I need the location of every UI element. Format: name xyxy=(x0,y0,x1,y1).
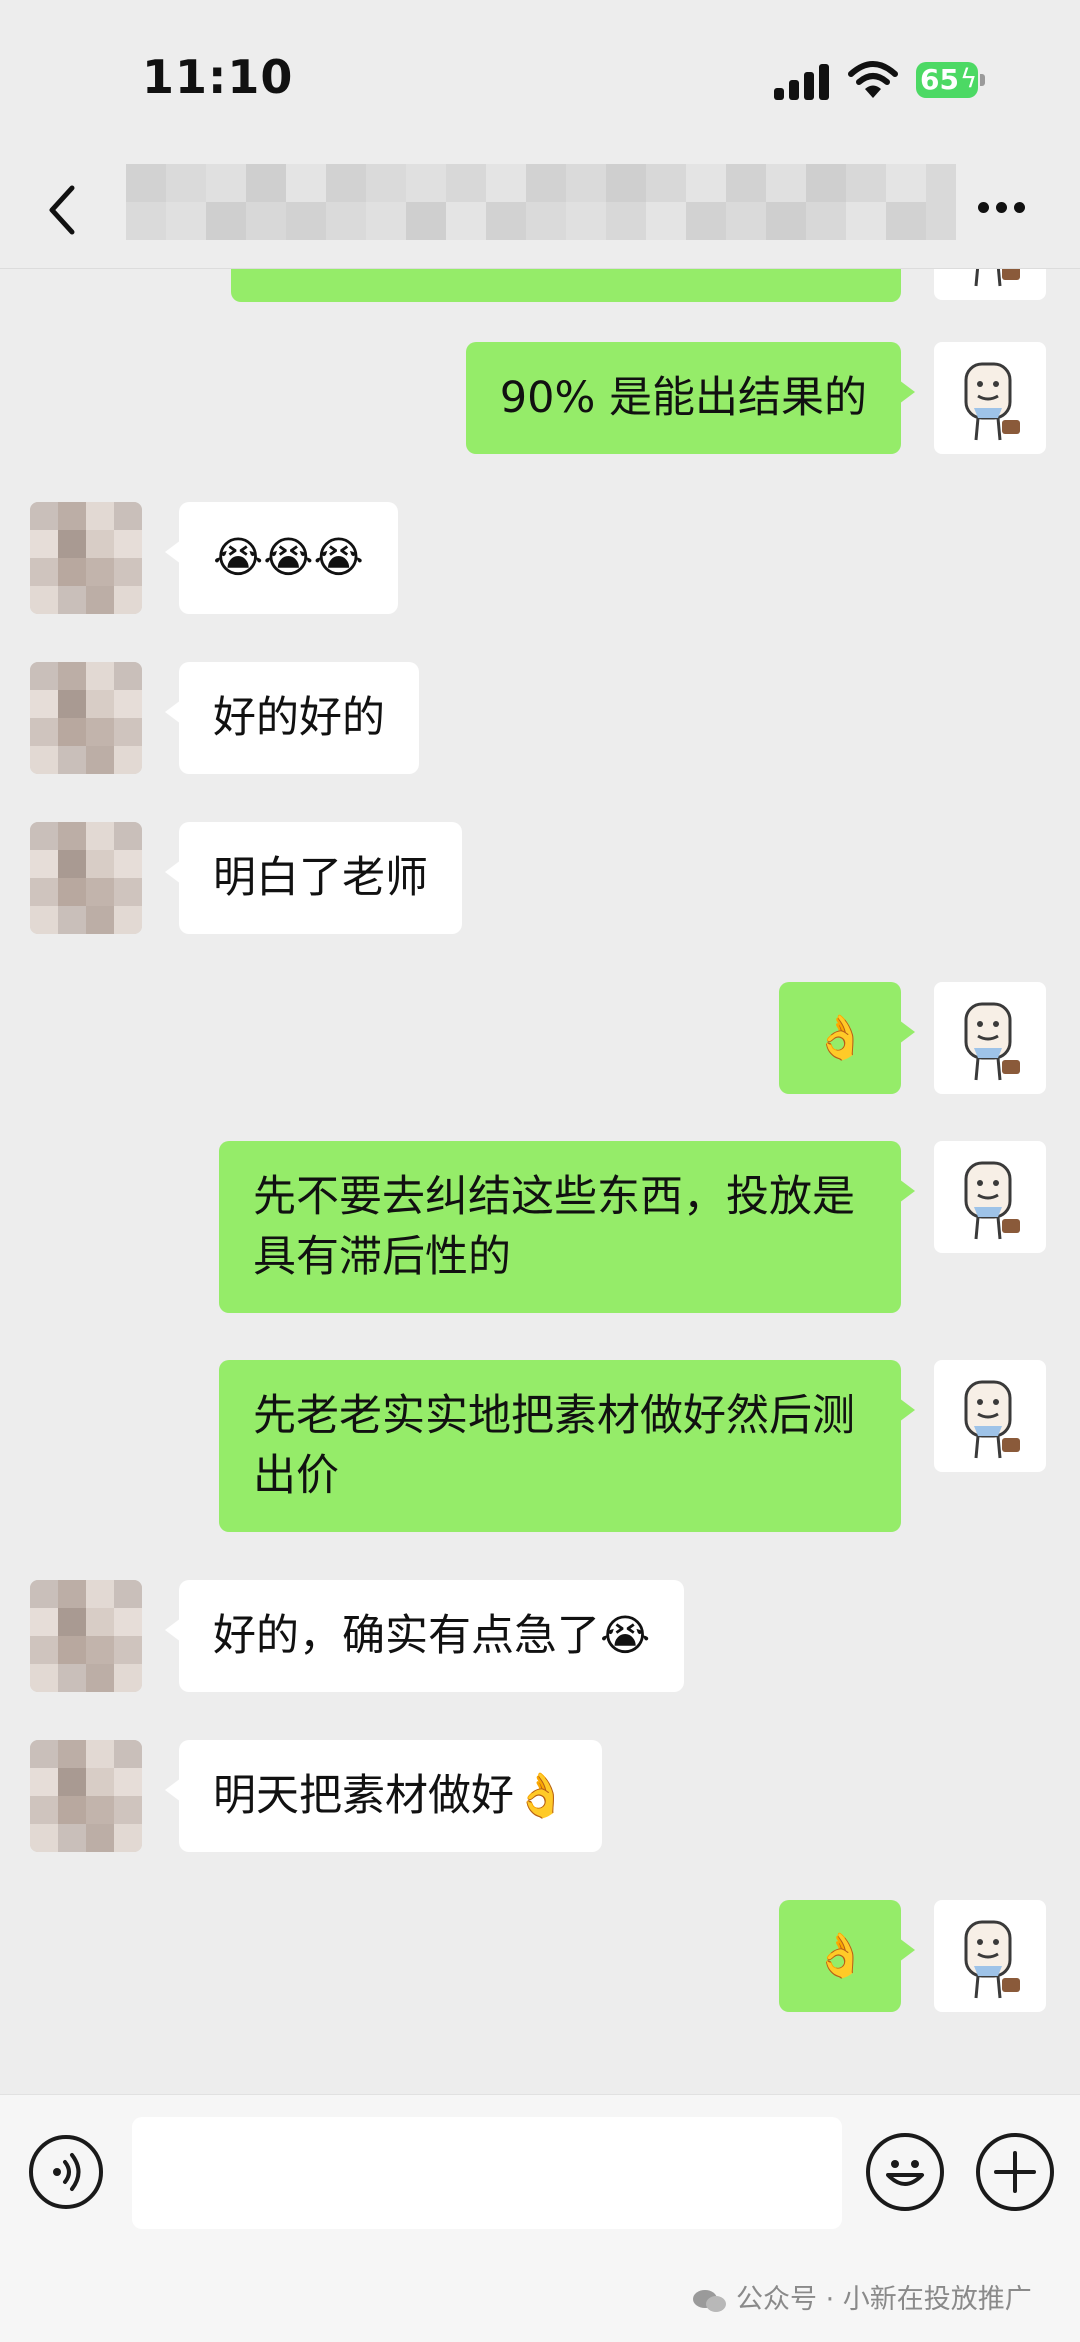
avatar-self[interactable] xyxy=(934,1360,1046,1472)
avatar-self[interactable] xyxy=(934,342,1046,454)
message-bubble-self[interactable]: 👌 xyxy=(779,1900,915,2012)
sticker-avatar-icon xyxy=(964,1002,1020,1081)
chat-header xyxy=(0,150,1080,269)
message-bubble-self[interactable] xyxy=(231,268,915,302)
message-bubble-other[interactable]: 明天把素材做好👌 xyxy=(165,1740,602,1852)
status-time: 11:10 xyxy=(142,50,294,104)
avatar-other[interactable] xyxy=(30,1740,142,1852)
wifi-icon xyxy=(848,61,898,98)
message-bubble-self[interactable]: 先老老实实地把素材做好然后测出价 xyxy=(219,1360,915,1532)
cellular-signal-icon xyxy=(774,64,832,100)
watermark-text: 公众号 · 小新在投放推广 xyxy=(736,2284,1032,2315)
plus-icon xyxy=(994,2151,1036,2193)
message-bubble-other[interactable]: 好的好的 xyxy=(165,662,419,774)
emoji-icon xyxy=(886,2160,924,2186)
avatar-self[interactable] xyxy=(934,982,1046,1094)
avatar-other[interactable] xyxy=(30,1580,142,1692)
avatar-other[interactable] xyxy=(30,822,142,934)
chevron-left-icon xyxy=(49,185,75,235)
avatar-self[interactable] xyxy=(934,1900,1046,2012)
voice-input-button[interactable] xyxy=(29,2135,103,2209)
input-bar: 公众号 · 小新在投放推广 xyxy=(0,2094,1080,2342)
sticker-avatar-icon xyxy=(974,268,1020,287)
message-list: 90% 是能出结果的 😭😭😭 好的好的 明白了老师 👌 先不要去纠结这些东西，投… xyxy=(0,268,1080,2094)
message-bubble-self[interactable]: 先不要去纠结这些东西，投放是具有滞后性的 xyxy=(219,1141,915,1313)
message-bubble-other[interactable]: 好的，确实有点急了😭 xyxy=(164,1580,685,1692)
avatar-other[interactable] xyxy=(30,662,142,774)
sticker-avatar-icon xyxy=(964,1920,1020,1999)
avatar-self[interactable] xyxy=(934,268,1046,300)
message-bubble-other[interactable]: 😭😭😭 xyxy=(165,502,398,614)
avatar-other[interactable] xyxy=(30,502,142,614)
avatar-self[interactable] xyxy=(934,1141,1046,1253)
more-options-button[interactable] xyxy=(972,190,1032,220)
message-bubble-other[interactable]: 明白了老师 xyxy=(165,822,462,934)
charging-bolt-icon: ϟ xyxy=(960,64,978,94)
voice-icon xyxy=(53,2153,81,2191)
more-horizontal-icon xyxy=(978,202,989,213)
sticker-avatar-icon xyxy=(964,1380,1020,1459)
message-input[interactable] xyxy=(132,2117,842,2229)
back-button[interactable] xyxy=(38,180,88,240)
chat-title-pixelated xyxy=(126,164,956,240)
watermark: 公众号 · 小新在投放推广 xyxy=(692,2277,1032,2316)
sticker-avatar-icon xyxy=(964,1161,1020,1240)
more-actions-button[interactable] xyxy=(976,2133,1054,2211)
sticker-avatar-icon xyxy=(964,362,1020,441)
status-bar: 11:10 65 ϟ xyxy=(0,0,1080,150)
emoji-button[interactable] xyxy=(866,2133,944,2211)
wechat-icon xyxy=(693,2289,726,2312)
message-bubble-self[interactable]: 90% 是能出结果的 xyxy=(465,342,916,454)
battery-icon: 65 ϟ xyxy=(916,62,986,98)
message-bubble-self[interactable]: 👌 xyxy=(779,982,915,1094)
